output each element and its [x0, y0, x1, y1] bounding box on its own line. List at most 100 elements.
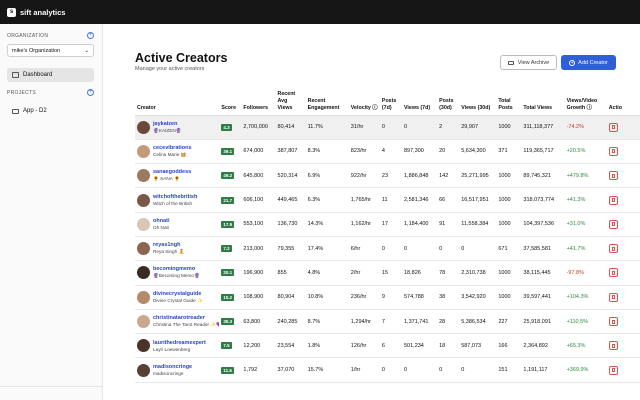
- total-posts-cell: 1000: [496, 115, 522, 140]
- engagement-cell: 15.7%: [305, 357, 349, 383]
- score-cell: 20.1: [219, 260, 242, 286]
- creator-handle-link[interactable]: madisoncringe: [153, 364, 192, 370]
- table-row[interactable]: laurithedreamexpert Layri Loewenberg 7.5 12…: [135, 333, 640, 359]
- engagement-cell: 11.7%: [305, 115, 349, 140]
- col-velocity[interactable]: Velocity ⓘ: [348, 85, 380, 116]
- col-recent-avg-views[interactable]: Recent Avg Views: [275, 85, 306, 116]
- creators-table-container[interactable]: Creator Score Followers Recent Avg Views…: [135, 85, 640, 400]
- score-badge: 7.2: [221, 245, 232, 253]
- sidebar-item-dashboard[interactable]: Dashboard: [7, 68, 94, 82]
- delete-button[interactable]: [608, 122, 618, 132]
- view-archive-button[interactable]: View Archive: [500, 55, 557, 70]
- add-creator-button[interactable]: + Add Creator: [561, 55, 616, 70]
- col-total-views[interactable]: Total Views: [521, 85, 565, 116]
- followers-cell: 553,100: [241, 212, 276, 237]
- col-followers[interactable]: Followers: [241, 85, 276, 116]
- delete-button[interactable]: [608, 268, 618, 278]
- creator-display-name: 🔮KAIZEN🔮: [153, 127, 182, 133]
- engagement-cell: 14.3%: [305, 212, 349, 237]
- col-total-posts[interactable]: Total Posts: [496, 85, 522, 116]
- delete-button[interactable]: [608, 219, 618, 229]
- avatar: [137, 169, 150, 183]
- trash-icon: [611, 246, 615, 251]
- col-views-30d[interactable]: Views (30d): [459, 85, 497, 116]
- total-views-cell: 37,585,581: [521, 236, 565, 262]
- add-project-icon[interactable]: +: [87, 89, 94, 96]
- organization-select[interactable]: mike's Organization ⌄: [7, 44, 94, 57]
- followers-cell: 2,700,000: [241, 115, 276, 140]
- trash-icon: [611, 270, 615, 275]
- col-views-7d[interactable]: Views (7d): [401, 85, 438, 116]
- creator-cell: becomingmemo 🔮Becoming Memo🔮: [135, 260, 220, 286]
- creator-handle-link[interactable]: witchofthebritish: [153, 194, 197, 200]
- creator-handle-link[interactable]: sanaegoddess: [153, 169, 191, 175]
- avg-views-cell: 23,554: [275, 333, 306, 359]
- followers-cell: 674,000: [241, 139, 276, 165]
- score-cell: 35.3: [219, 309, 242, 335]
- table-row[interactable]: cecevibrations Celina Marie 🧺 39.1 674,000 3…: [135, 139, 640, 165]
- brand-name[interactable]: sift analytics: [20, 8, 65, 17]
- actions-cell: [606, 309, 640, 335]
- col-recent-engagement[interactable]: Recent Engagement: [305, 85, 349, 116]
- creator-handle-link[interactable]: laurithedreamexpert: [153, 340, 206, 346]
- total-posts-cell: 1000: [496, 260, 522, 286]
- velocity-cell: 31/hr: [348, 115, 380, 140]
- engagement-cell: 10.8%: [305, 285, 349, 310]
- creator-handle-link[interactable]: cecevibrations: [153, 145, 192, 151]
- delete-button[interactable]: [608, 365, 618, 375]
- creators-table: Creator Score Followers Recent Avg Views…: [135, 85, 640, 383]
- org-heading: ORGANIZATION: [7, 33, 49, 39]
- posts-7d-cell: 9: [379, 285, 402, 310]
- delete-button[interactable]: [608, 341, 618, 351]
- delete-button[interactable]: [608, 244, 618, 254]
- total-posts-cell: 371: [496, 139, 522, 165]
- delete-button[interactable]: [608, 195, 618, 205]
- table-row[interactable]: madisoncringe madisoncringe 11.6 1,792 37,07…: [135, 357, 640, 383]
- creator-handle-link[interactable]: divinecrystalguide: [153, 291, 203, 297]
- creator-cell: reyas1ngh Reya Singh 🧘: [135, 236, 220, 262]
- col-growth[interactable]: Views/Video Growth ⓘ: [564, 85, 607, 116]
- creator-handle-link[interactable]: becomingmemo: [153, 266, 200, 272]
- total-posts-cell: 1000: [496, 187, 522, 213]
- table-row[interactable]: witchofthebritish Witch of the British 21.…: [135, 187, 640, 213]
- views-7d-cell: 1,371,741: [401, 309, 438, 335]
- creator-handle-link[interactable]: christinatarotreader: [153, 315, 219, 321]
- sidebar-item-label: Dashboard: [23, 72, 53, 78]
- delete-button[interactable]: [608, 292, 618, 302]
- followers-cell: 12,200: [241, 333, 276, 359]
- avg-views-cell: 80,904: [275, 285, 306, 310]
- delete-button[interactable]: [608, 317, 618, 327]
- col-posts-7d[interactable]: Posts (7d): [379, 85, 402, 116]
- posts-7d-cell: 17: [379, 212, 402, 237]
- col-score[interactable]: Score: [219, 85, 242, 116]
- posts-7d-cell: 11: [379, 187, 402, 213]
- creator-cell: witchofthebritish Witch of the British: [135, 187, 220, 213]
- total-views-cell: 38,115,445: [521, 260, 565, 286]
- top-bar: s sift analytics: [0, 0, 640, 24]
- sidebar-item-project[interactable]: App - D2: [7, 104, 94, 118]
- creator-display-name: Oh Nati: [153, 225, 169, 231]
- avg-views-cell: 136,730: [275, 212, 306, 237]
- table-body: jaykaizen 🔮KAIZEN🔮 4.3 2,700,000 80,414 11.7%…: [135, 115, 640, 383]
- delete-button[interactable]: [608, 146, 618, 156]
- creator-handle-link[interactable]: reyas1ngh: [153, 242, 184, 248]
- table-row[interactable]: divinecrystalguide Divine Crystal Guide ✨…: [135, 285, 640, 310]
- creator-handle-link[interactable]: jaykaizen: [153, 121, 182, 127]
- creator-handle-link[interactable]: ohnati: [153, 218, 170, 224]
- total-posts-cell: 671: [496, 236, 522, 262]
- table-row[interactable]: ohnati Oh Nati 17.9 553,100 136,730 14.3% 1,16…: [135, 212, 640, 237]
- table-row[interactable]: christinatarotreader Christina The Tarot …: [135, 309, 640, 335]
- views-7d-cell: 574,788: [401, 285, 438, 310]
- table-row[interactable]: jaykaizen 🔮KAIZEN🔮 4.3 2,700,000 80,414 11.7%…: [135, 115, 640, 140]
- add-organization-icon[interactable]: +: [87, 32, 94, 39]
- col-creator[interactable]: Creator: [135, 85, 220, 116]
- table-row[interactable]: becomingmemo 🔮Becoming Memo🔮 20.1 196,900 85…: [135, 260, 640, 286]
- col-posts-30d[interactable]: Posts (30d): [437, 85, 460, 116]
- table-row[interactable]: sanaegoddess 🌻 SANA 🌻 49.2 645,800 520,314 6.…: [135, 163, 640, 189]
- views-30d-cell: 587,073: [459, 333, 497, 359]
- table-row[interactable]: reyas1ngh Reya Singh 🧘 7.2 213,000 79,355 17.…: [135, 236, 640, 262]
- engagement-cell: 8.3%: [305, 139, 349, 165]
- delete-button[interactable]: [608, 171, 618, 181]
- views-30d-cell: 5,386,534: [459, 309, 497, 335]
- table-header-row: Creator Score Followers Recent Avg Views…: [135, 85, 640, 116]
